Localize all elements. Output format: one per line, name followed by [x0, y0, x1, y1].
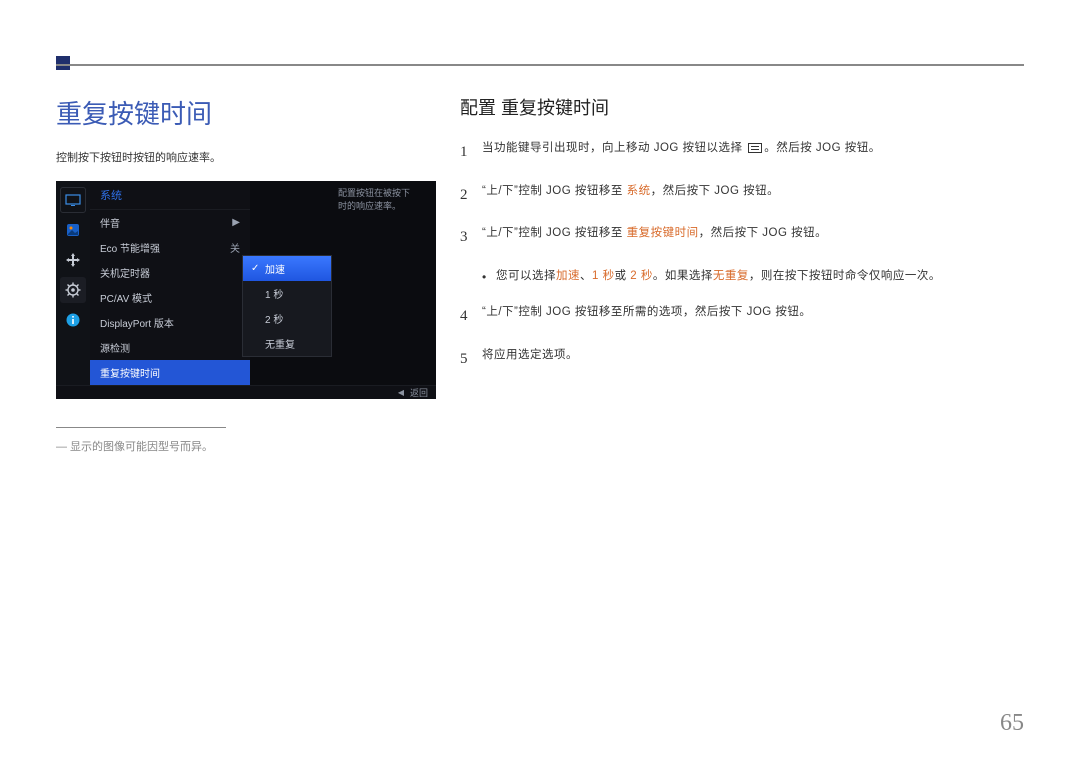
osd-menu-header: 系统 — [90, 181, 250, 210]
bullet-dot: • — [482, 266, 496, 289]
step-5: 5 将应用选定选项。 — [460, 345, 1020, 374]
step-body: 将应用选定选项。 — [482, 345, 1020, 374]
note-divider — [56, 427, 226, 428]
osd-desc-line: 配置按钮在被按下 — [338, 188, 410, 198]
step-text: 当功能键导引出现时，向上移动 JOG 按钮以选择 — [482, 142, 746, 154]
step-2: 2 “上/下”控制 JOG 按钮移至 系统，然后按下 JOG 按钮。 — [460, 181, 1020, 210]
page-subtitle: 控制按下按钮时按钮的响应速率。 — [56, 149, 436, 165]
step-text: ，然后按下 JOG 按钮。 — [651, 185, 780, 197]
step-text: “上/下”控制 JOG 按钮移至 — [482, 185, 627, 197]
osd-footer: ◀ 返回 — [56, 385, 436, 399]
step-body: “上/下”控制 JOG 按钮移至所需的选项，然后按下 JOG 按钮。 — [482, 302, 1020, 331]
bullet-text: 或 — [615, 270, 631, 282]
left-column: 重复按键时间 控制按下按钮时按钮的响应速率。 — [56, 94, 436, 454]
osd-panel: 系统 伴音 ▶ Eco 节能增强 关 关机定时器 PC/AV 模式 Displa… — [56, 181, 436, 391]
section-heading: 配置 重复按键时间 — [460, 94, 1020, 120]
bullet-text: 您可以选择 — [496, 270, 556, 282]
osd-dropdown: ✓ 加速 1 秒 2 秒 无重复 — [242, 255, 332, 357]
osd-item-label: 源检测 — [100, 340, 130, 355]
step-number: 2 — [460, 181, 482, 210]
bullet-text: 。如果选择 — [653, 270, 713, 282]
osd-body: 系统 伴音 ▶ Eco 节能增强 关 关机定时器 PC/AV 模式 Displa… — [56, 181, 436, 385]
osd-dd-label: 加速 — [265, 261, 285, 276]
page-title: 重复按键时间 — [56, 94, 436, 131]
step-number: 3 — [460, 223, 482, 252]
osd-item-value: 关 — [230, 240, 240, 255]
osd-dropdown-item[interactable]: 无重复 — [243, 331, 331, 356]
header-accent-square — [56, 56, 70, 70]
osd-menu-item[interactable]: 源检测 — [90, 335, 250, 360]
back-icon: ◀ — [398, 388, 404, 397]
osd-description: 配置按钮在被按下 时的响应速率。 — [338, 187, 428, 212]
header-divider — [56, 64, 1024, 66]
right-column: 配置 重复按键时间 1 当功能键导引出现时，向上移动 JOG 按钮以选择 。然后… — [460, 94, 1020, 387]
osd-menu-item[interactable]: DisplayPort 版本 — [90, 310, 250, 335]
osd-iconbar — [56, 181, 90, 385]
info-icon[interactable] — [60, 307, 86, 333]
osd-menu: 系统 伴音 ▶ Eco 节能增强 关 关机定时器 PC/AV 模式 Displa… — [90, 181, 250, 385]
osd-dd-label: 1 秒 — [265, 286, 283, 301]
osd-dropdown-item[interactable]: 1 秒 — [243, 281, 331, 306]
osd-desc-line: 时的响应速率。 — [338, 201, 401, 211]
osd-item-label: 重复按键时间 — [100, 365, 160, 380]
bullet-text: ，则在按下按钮时命令仅响应一次。 — [749, 270, 941, 282]
osd-item-label: DisplayPort 版本 — [100, 315, 174, 330]
highlight-text: 系统 — [627, 185, 651, 197]
bullet-text: 、 — [580, 270, 592, 282]
osd-dd-label: 2 秒 — [265, 311, 283, 326]
highlight-text: 加速 — [556, 270, 580, 282]
menu-icon — [748, 143, 762, 153]
display-icon[interactable] — [60, 187, 86, 213]
highlight-text: 1 秒 — [592, 270, 615, 282]
osd-menu-item-selected[interactable]: 重复按键时间 — [90, 360, 250, 385]
osd-menu-item[interactable]: PC/AV 模式 — [90, 285, 250, 310]
step-text: “上/下”控制 JOG 按钮移至 — [482, 227, 627, 239]
step-body: 当功能键导引出现时，向上移动 JOG 按钮以选择 。然后按 JOG 按钮。 — [482, 138, 1020, 167]
page-number: 65 — [1000, 710, 1024, 737]
move-icon[interactable] — [60, 247, 86, 273]
step-text: ，然后按下 JOG 按钮。 — [699, 227, 828, 239]
highlight-text: 2 秒 — [630, 270, 653, 282]
step-number: 4 — [460, 302, 482, 331]
step-3: 3 “上/下”控制 JOG 按钮移至 重复按键时间，然后按下 JOG 按钮。 — [460, 223, 1020, 252]
picture-icon[interactable] — [60, 217, 86, 243]
osd-dd-label: 无重复 — [265, 336, 295, 351]
check-icon: ✓ — [251, 263, 261, 274]
step-number: 1 — [460, 138, 482, 167]
osd-item-label: PC/AV 模式 — [100, 290, 152, 305]
step-4: 4 “上/下”控制 JOG 按钮移至所需的选项，然后按下 JOG 按钮。 — [460, 302, 1020, 331]
step-body: “上/下”控制 JOG 按钮移至 系统，然后按下 JOG 按钮。 — [482, 181, 1020, 210]
bullet-body: 您可以选择加速、1 秒或 2 秒。如果选择无重复，则在按下按钮时命令仅响应一次。 — [496, 266, 1020, 289]
osd-dropdown-item[interactable]: ✓ 加速 — [243, 256, 331, 281]
osd-item-label: 伴音 — [100, 215, 120, 230]
highlight-text: 重复按键时间 — [627, 227, 699, 239]
steps-list: 1 当功能键导引出现时，向上移动 JOG 按钮以选择 。然后按 JOG 按钮。 … — [460, 138, 1020, 373]
step-body: “上/下”控制 JOG 按钮移至 重复按键时间，然后按下 JOG 按钮。 — [482, 223, 1020, 252]
osd-menu-item[interactable]: 关机定时器 — [90, 260, 250, 285]
osd-menu-item[interactable]: 伴音 ▶ — [90, 210, 250, 235]
osd-dropdown-item[interactable]: 2 秒 — [243, 306, 331, 331]
step-1: 1 当功能键导引出现时，向上移动 JOG 按钮以选择 。然后按 JOG 按钮。 — [460, 138, 1020, 167]
image-disclaimer: ― 显示的图像可能因型号而异。 — [56, 438, 436, 454]
bullet-note: • 您可以选择加速、1 秒或 2 秒。如果选择无重复，则在按下按钮时命令仅响应一… — [460, 266, 1020, 289]
gear-icon[interactable] — [60, 277, 86, 303]
step-number: 5 — [460, 345, 482, 374]
highlight-text: 无重复 — [713, 270, 749, 282]
osd-item-label: 关机定时器 — [100, 265, 150, 280]
osd-menu-item[interactable]: Eco 节能增强 关 — [90, 235, 250, 260]
osd-footer-label[interactable]: 返回 — [410, 386, 428, 399]
step-text: 。然后按 JOG 按钮。 — [764, 142, 881, 154]
osd-item-arrow: ▶ — [232, 217, 240, 228]
osd-item-label: Eco 节能增强 — [100, 240, 160, 255]
